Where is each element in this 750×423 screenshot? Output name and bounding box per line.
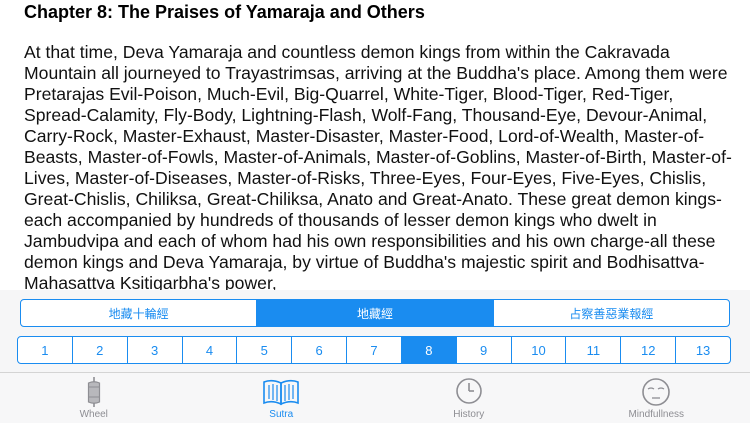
chapter-button-5[interactable]: 5 (237, 337, 292, 363)
chapter-button-2[interactable]: 2 (73, 337, 128, 363)
sutra-reader[interactable]: Chapter 8: The Praises of Yamaraja and O… (0, 0, 750, 290)
sutra-segment-zhancha-shane-yebao-jing[interactable]: 占察善惡業報經 (494, 300, 729, 326)
tab-label-wheel: Wheel (0, 409, 188, 420)
chapter-button-7[interactable]: 7 (347, 337, 402, 363)
chapter-button-13[interactable]: 13 (676, 337, 730, 363)
sutra-segment-dizang-jing[interactable]: 地藏經 (257, 300, 493, 326)
chapter-selector: 1 2 3 4 5 6 7 8 9 10 11 12 13 (17, 336, 731, 364)
sutra-selector: 地藏十輪經 地藏經 占察善惡業報經 (20, 299, 730, 327)
meditation-face-icon (639, 376, 673, 408)
chapter-button-9[interactable]: 9 (457, 337, 512, 363)
chapter-button-8[interactable]: 8 (402, 337, 457, 363)
sutra-text: At that time, Deva Yamaraja and countles… (24, 42, 732, 290)
chapter-button-1[interactable]: 1 (18, 337, 73, 363)
tab-label-mindfullness: Mindfullness (563, 409, 750, 420)
tab-sutra[interactable]: Sutra (188, 373, 376, 423)
chapter-button-4[interactable]: 4 (183, 337, 238, 363)
chapter-button-6[interactable]: 6 (292, 337, 347, 363)
clock-icon (454, 376, 484, 406)
chapter-button-11[interactable]: 11 (566, 337, 621, 363)
chapter-button-3[interactable]: 3 (128, 337, 183, 363)
tab-mindfullness[interactable]: Mindfullness (563, 373, 750, 423)
sutra-segment-dizang-shilun-jing[interactable]: 地藏十輪經 (21, 300, 257, 326)
chapter-button-12[interactable]: 12 (621, 337, 676, 363)
chapter-title: Chapter 8: The Praises of Yamaraja and O… (24, 2, 425, 23)
tab-wheel[interactable]: Wheel (0, 373, 188, 423)
chapter-button-10[interactable]: 10 (512, 337, 567, 363)
open-book-icon (261, 376, 301, 406)
tab-label-history: History (375, 409, 563, 420)
tab-label-sutra: Sutra (188, 409, 376, 420)
tab-bar: Wheel Sutra History Mindfullness (0, 372, 750, 423)
controls-panel: 地藏十輪經 地藏經 占察善惡業報經 1 2 3 4 5 6 7 8 9 10 1… (0, 290, 750, 372)
tab-history[interactable]: History (375, 373, 563, 423)
prayer-wheel-icon (80, 376, 108, 408)
